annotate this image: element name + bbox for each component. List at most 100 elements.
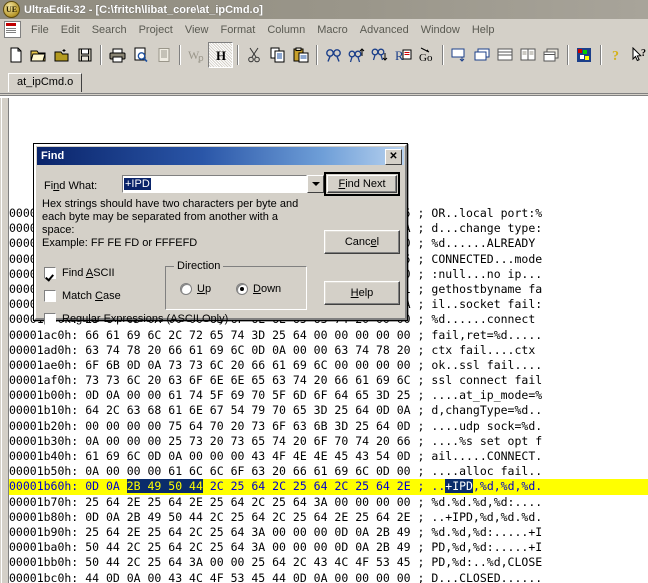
hex-address: 00001b30h: [9, 433, 79, 448]
find-prev-icon[interactable] [345, 43, 368, 67]
help-button[interactable]: Help [324, 281, 400, 305]
menu-item-macro[interactable]: Macro [311, 22, 354, 38]
open-file-icon[interactable] [27, 43, 50, 67]
menu-item-search[interactable]: Search [86, 22, 133, 38]
window-tile-vertical-icon[interactable] [517, 43, 540, 67]
save-icon[interactable] [73, 43, 96, 67]
hex-row[interactable]: 00001bc0h: 44 0D 0A 00 43 4C 4F 53 45 44… [9, 571, 648, 583]
hex-row[interactable]: 00001b80h: 0D 0A 2B 49 50 44 2C 25 64 2C… [9, 510, 648, 525]
find-next-icon[interactable] [368, 43, 391, 67]
menu-item-format[interactable]: Format [214, 22, 261, 38]
hex-ascii-separator: ; [410, 236, 432, 251]
hex-bytes: 61 69 6C 0D 0A 00 00 00 43 4F 4E 4E 45 4… [85, 449, 411, 463]
word-wrap-icon[interactable]: Wꝑ [185, 43, 208, 67]
find-icon[interactable] [322, 43, 345, 67]
window-tile-horizontal-icon[interactable] [494, 43, 517, 67]
hex-ascii: ....udp sock=%d. [431, 418, 543, 433]
menu-item-help[interactable]: Help [466, 22, 501, 38]
goto-line-icon[interactable]: Go [415, 43, 438, 67]
hex-ascii-separator: ; [410, 327, 432, 342]
print-preview-icon[interactable] [129, 43, 152, 67]
find-what-input[interactable]: +IPD [122, 175, 307, 193]
hex-ascii: PD,%d,%d:.....+I [431, 540, 543, 555]
hex-bytes: 63 74 78 20 66 61 69 6C 0D 0A 00 00 63 7… [85, 342, 411, 357]
menu-item-file[interactable]: File [25, 22, 55, 38]
hex-row[interactable]: 00001ad0h: 63 74 78 20 66 61 69 6C 0D 0A… [9, 343, 648, 358]
cancel-button[interactable]: Cancel [324, 230, 400, 254]
direction-down-label: Down [253, 283, 282, 295]
direction-up-radio[interactable]: Up [180, 283, 211, 295]
toolbar-separator [100, 45, 103, 65]
new-file-icon[interactable] [4, 43, 27, 67]
paste-icon[interactable] [289, 43, 312, 67]
hex-ascii-separator: ; [410, 524, 432, 539]
hex-row[interactable]: 00001b20h: 00 00 00 00 75 64 70 20 73 6F… [9, 419, 648, 434]
hex-ascii: d,changType=%d.. [431, 403, 543, 418]
context-help-icon[interactable]: ? [629, 43, 648, 67]
hex-bytes-selected: 2B 49 50 44 [126, 479, 203, 494]
copy-icon[interactable] [266, 43, 289, 67]
close-icon[interactable]: ✕ [385, 149, 402, 165]
hex-row[interactable]: 00001b60h: 0D 0A 2B 49 50 44 2C 25 64 2C… [9, 479, 648, 495]
hex-ascii: %d.%d,%d:.....+I [431, 524, 543, 539]
hex-bytes: 0D 0A 00 00 61 74 5F 69 70 5F 6D 6F 64 6… [85, 388, 411, 403]
hex-ascii-separator: ; [410, 388, 432, 403]
hex-ascii: ....at_ip_mode=% [431, 388, 543, 403]
menu-item-column[interactable]: Column [261, 22, 311, 38]
menu-item-window[interactable]: Window [415, 22, 466, 38]
menu-item-edit[interactable]: Edit [55, 22, 86, 38]
hex-ascii: d...change type: [431, 221, 543, 236]
color-palette-icon[interactable] [573, 43, 596, 67]
toolbar-separator [441, 45, 444, 65]
window-cascade-icon[interactable] [448, 43, 471, 67]
hex-bytes: 73 73 6C 20 63 6F 6E 6E 65 63 74 20 66 6… [85, 373, 411, 388]
cut-icon[interactable] [243, 43, 266, 67]
match-case-checkbox[interactable]: Match Case [44, 290, 121, 302]
hex-ascii-selected: +IPD [445, 479, 473, 494]
hex-row[interactable]: 00001bb0h: 50 44 2C 25 64 3A 00 00 25 64… [9, 555, 648, 570]
hint-line-2: each byte may be separated from another … [42, 211, 279, 223]
menu-item-project[interactable]: Project [133, 22, 179, 38]
hex-bytes: 25 64 2E 25 64 2C 25 64 3A 00 00 00 0D 0… [85, 524, 411, 539]
hex-ascii: PD,%d:..%d,CLOSE [431, 555, 543, 570]
toolbar-separator [237, 45, 240, 65]
chevron-down-icon[interactable] [307, 175, 324, 193]
close-file-icon[interactable] [50, 43, 73, 67]
print-icon[interactable] [106, 43, 129, 67]
window-arrange-icon[interactable] [540, 43, 563, 67]
hex-ascii-separator: ; [410, 494, 432, 509]
direction-down-radio[interactable]: Down [236, 283, 281, 295]
page-setup-icon[interactable] [152, 43, 175, 67]
hex-row[interactable]: 00001ba0h: 50 44 2C 25 64 2C 25 64 3A 00… [9, 540, 648, 555]
hex-edit-icon[interactable]: H [208, 42, 234, 68]
document-menu-icon[interactable] [4, 21, 21, 38]
hex-row[interactable]: 00001b00h: 0D 0A 00 00 61 74 5F 69 70 5F… [9, 388, 648, 403]
replace-icon[interactable]: R [392, 43, 415, 67]
hex-row[interactable]: 00001b50h: 0A 00 00 00 61 6C 6C 6F 63 20… [9, 464, 648, 479]
regular-expressions-checkbox[interactable]: Regular Expressions (ASCII Only) [44, 313, 228, 325]
find-dialog-title: Find [41, 150, 65, 162]
hex-ascii-separator: ; [410, 342, 432, 357]
hex-row[interactable]: 00001b40h: 61 69 6C 0D 0A 00 00 00 43 4F… [9, 449, 648, 464]
hex-row[interactable]: 00001ac0h: 66 61 69 6C 2C 72 65 74 3D 25… [9, 328, 648, 343]
find-ascii-checkbox[interactable]: Find ASCII [44, 267, 115, 279]
hex-ascii-separator: ; [410, 266, 432, 281]
hex-row[interactable]: 00001ae0h: 6F 6B 0D 0A 73 73 6C 20 66 61… [9, 358, 648, 373]
svg-text:Go: Go [419, 52, 433, 63]
direction-group-label: Direction [174, 260, 224, 272]
tab-at-ipcmd-o[interactable]: at_ipCmd.o [8, 73, 83, 92]
menu-item-advanced[interactable]: Advanced [354, 22, 415, 38]
find-next-button[interactable]: Find Next [324, 172, 400, 196]
hex-ascii: %d......ALREADY [431, 236, 536, 251]
hex-row[interactable]: 00001af0h: 73 73 6C 20 63 6F 6E 6E 65 63… [9, 373, 648, 388]
find-what-label: Find What: [44, 180, 98, 192]
toolbar-separator [179, 45, 182, 65]
hex-row[interactable]: 00001b10h: 64 2C 63 68 61 6E 67 54 79 70… [9, 403, 648, 418]
window-tile-icon[interactable] [471, 43, 494, 67]
hex-row[interactable]: 00001b90h: 25 64 2E 25 64 2C 25 64 3A 00… [9, 525, 648, 540]
hex-row[interactable]: 00001b70h: 25 64 2E 25 64 2E 25 64 2C 25… [9, 495, 648, 510]
hex-row[interactable]: 00001b30h: 0A 00 00 00 25 73 20 73 65 74… [9, 434, 648, 449]
menu-item-view[interactable]: View [179, 22, 215, 38]
hex-ascii: ail.....CONNECT. [431, 449, 543, 463]
help-icon[interactable]: ? [606, 43, 629, 67]
